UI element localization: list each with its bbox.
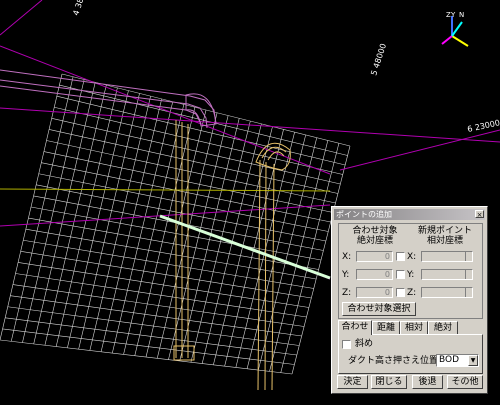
dialog-title: ポイントの追加 [336, 210, 392, 219]
grid-line [7, 306, 300, 346]
row-y-right-label: Y: [407, 270, 415, 280]
grid-line [20, 251, 312, 299]
grid-line [2, 328, 295, 365]
tab-absolute[interactable]: 絶対 [428, 321, 458, 334]
vertical-duct [173, 120, 291, 391]
grid-line [0, 339, 293, 375]
grid-line [36, 184, 326, 242]
tab-distance[interactable]: 距離 [372, 321, 400, 334]
row-y-label: Y: [342, 270, 350, 280]
other-button[interactable]: その他 [447, 375, 483, 389]
duct-height-label: ダクト高さ押さえ位置: [348, 356, 442, 366]
close-button[interactable]: 閉じる [371, 375, 407, 389]
ok-button[interactable]: 決定 [337, 375, 368, 389]
grid-ref-line [0, 0, 43, 36]
row-z-right-label: Z: [407, 288, 417, 298]
target-x-field[interactable]: 0 [356, 251, 393, 262]
y-lock-checkbox[interactable] [396, 270, 405, 279]
new-x-field[interactable]: 0 [421, 251, 473, 262]
tab-relative[interactable]: 相対 [400, 321, 428, 334]
grid-line [56, 95, 346, 166]
grid-line [12, 284, 305, 327]
row-x-right-label: X: [407, 252, 417, 262]
horizontal-duct [0, 69, 217, 129]
grid-label-4: 4 38000 [71, 0, 90, 17]
back-button[interactable]: 後退 [412, 375, 443, 389]
new-point-rel-header: 新規ポイント 相対座標 [417, 226, 472, 246]
axis-label-n: N [459, 11, 464, 19]
axis-label-y: Y [450, 11, 456, 19]
grid-line [10, 295, 302, 337]
spin-icon[interactable] [465, 252, 472, 261]
diagonal-checkbox[interactable] [342, 340, 351, 349]
grid-ref-line [0, 204, 331, 227]
row-z-label: Z: [342, 288, 352, 298]
spin-icon[interactable] [465, 270, 472, 279]
target-abs-header: 合わせ対象 絶対座標 [352, 226, 398, 246]
grid-label-5: 5 48000 [369, 42, 388, 76]
grid-ref-line [339, 129, 500, 171]
grid-plane [0, 73, 351, 375]
target-y-field[interactable]: 0 [356, 269, 393, 280]
tab-align[interactable]: 合わせ [338, 320, 372, 335]
spin-icon[interactable] [465, 288, 472, 297]
grid-line [28, 217, 319, 270]
x-lock-checkbox[interactable] [396, 252, 405, 261]
chevron-down-icon[interactable]: ▼ [468, 355, 478, 366]
axis-indicator-icon: Z Y N [441, 11, 469, 47]
grid-ref-line [0, 107, 500, 143]
grid-line [59, 84, 348, 156]
close-icon[interactable]: × [475, 210, 484, 219]
row-x-label: X: [342, 252, 352, 262]
dialog-title-bar[interactable]: ポイントの追加 × [334, 209, 485, 220]
target-z-field[interactable]: 0 [356, 287, 393, 298]
new-y-field[interactable]: 0 [421, 269, 473, 280]
grid-ref-line [0, 45, 331, 175]
z-lock-checkbox[interactable] [396, 288, 405, 297]
grid-line [5, 317, 297, 356]
duct-height-select[interactable]: BOD ▼ [436, 354, 479, 367]
new-z-field[interactable]: 0 [421, 287, 473, 298]
grid-line [49, 129, 338, 194]
select-target-button[interactable]: 合わせ対象選択 [342, 302, 416, 316]
add-point-dialog: ポイントの追加 × 合わせ対象 絶対座標 新規ポイント 相対座標 X: 0 X:… [331, 206, 488, 394]
diagonal-label: 斜め [355, 339, 374, 349]
